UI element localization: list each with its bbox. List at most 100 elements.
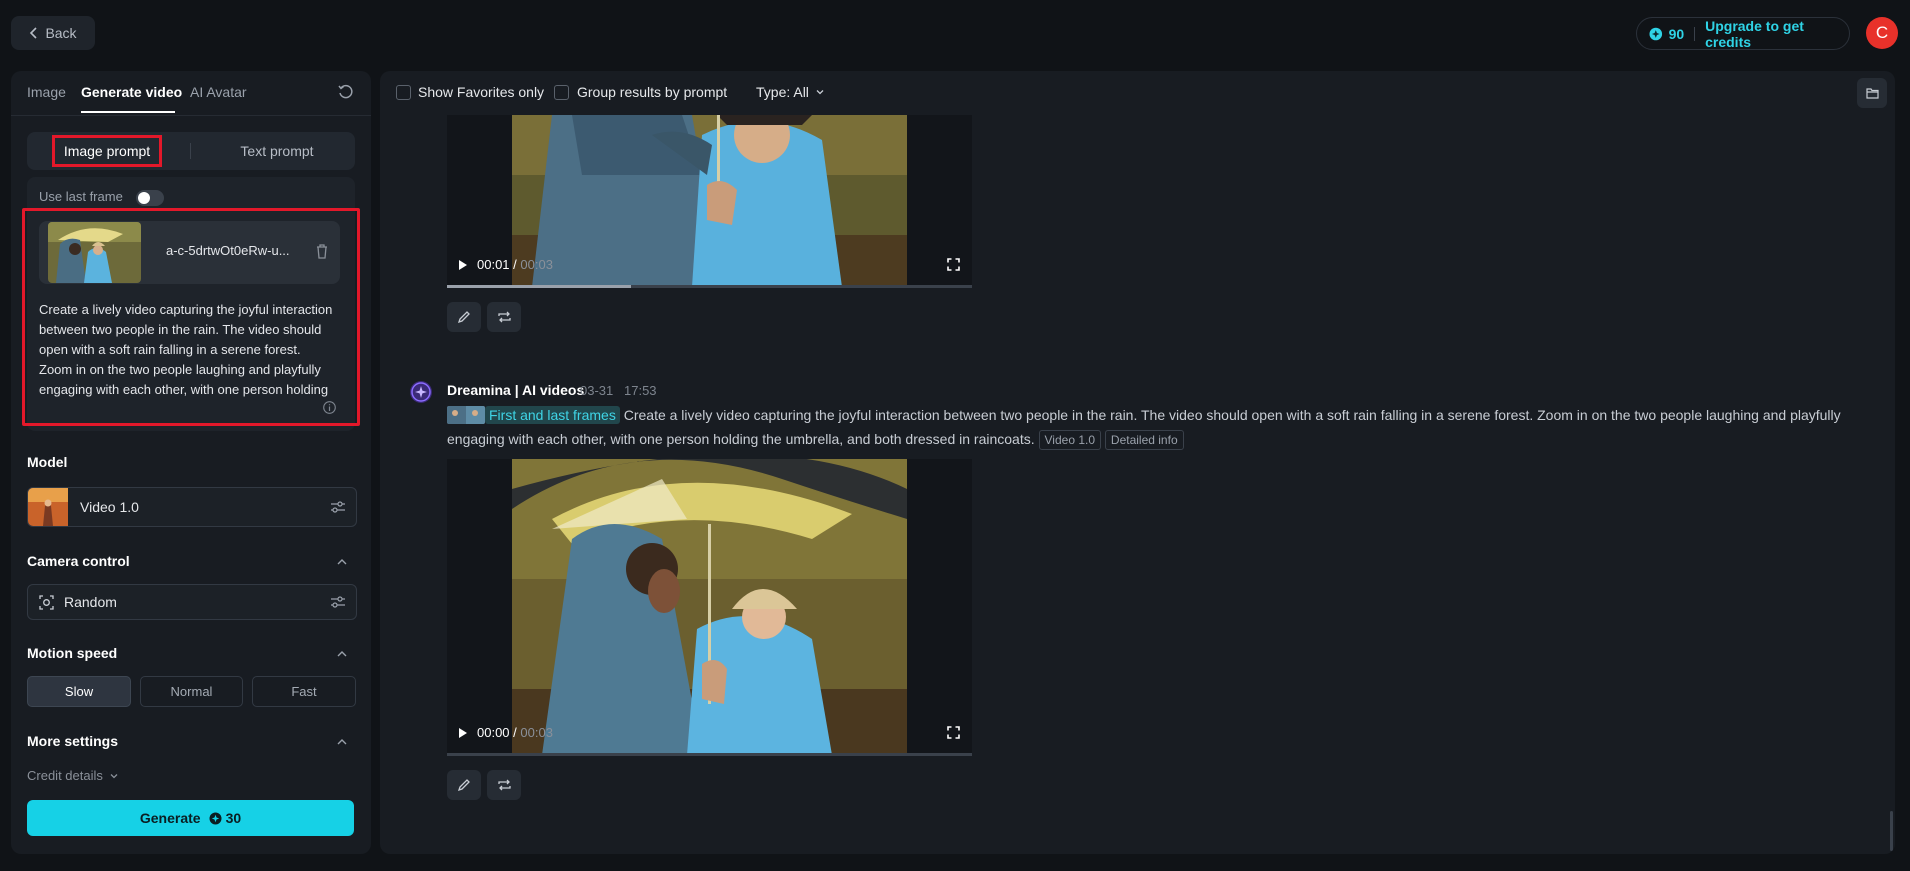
group-filter-label[interactable]: Group results by prompt — [577, 84, 727, 100]
pencil-icon — [457, 779, 470, 792]
text-prompt-label: Text prompt — [240, 143, 314, 159]
favorites-checkbox[interactable] — [396, 85, 411, 100]
dreamina-logo-icon — [410, 381, 432, 403]
uploaded-image-thumbnail — [48, 222, 141, 283]
fullscreen-icon[interactable] — [947, 726, 960, 739]
speed-fast-button[interactable]: Fast — [252, 676, 356, 707]
fullscreen-icon[interactable] — [947, 258, 960, 271]
folder-icon — [1865, 88, 1879, 99]
video-2-controls: 00:00 / 00:03 — [447, 715, 972, 755]
video-1-progress-track[interactable] — [447, 285, 972, 288]
toggle-knob — [138, 192, 150, 204]
edit-button[interactable] — [447, 302, 481, 332]
chevron-up-icon[interactable] — [336, 648, 348, 660]
video-2-frame — [512, 459, 907, 755]
upgrade-link[interactable]: Upgrade to get credits — [1705, 18, 1849, 50]
use-last-frame-label: Use last frame — [39, 189, 123, 204]
generate-cost: 30 — [209, 810, 242, 826]
edit-button[interactable] — [447, 770, 481, 800]
chevron-down-icon — [816, 90, 824, 95]
speed-normal-button[interactable]: Normal — [140, 676, 243, 707]
tab-generate-video[interactable]: Generate video — [81, 84, 182, 100]
reset-icon[interactable] — [337, 83, 355, 101]
video-1-controls: 00:01 / 00:03 — [447, 247, 972, 287]
model-selector[interactable]: Video 1.0 — [27, 487, 357, 527]
video-1-progress-fill — [447, 285, 631, 288]
model-section-title: Model — [27, 454, 68, 470]
generation-panel: Image Generate video AI Avatar Image pro… — [11, 71, 371, 854]
regenerate-button[interactable] — [487, 302, 521, 332]
motion-speed-title: Motion speed — [27, 645, 118, 661]
video-player-2[interactable]: 00:00 / 00:03 — [447, 459, 972, 755]
video-1-total-time: 00:03 — [520, 257, 553, 272]
type-filter-dropdown[interactable]: Type: All — [756, 84, 825, 100]
credit-coin-icon — [1649, 27, 1663, 40]
uploaded-file-name: a-c-5drtwOt0eRw-u... — [166, 243, 290, 258]
scrollbar-thumb[interactable] — [1890, 811, 1893, 851]
results-panel: Show Favorites only Group results by pro… — [380, 71, 1895, 854]
use-last-frame-toggle[interactable] — [136, 190, 164, 206]
message-prompt: First and last frames Create a lively vi… — [447, 403, 1847, 451]
credits-pill[interactable]: 90 Upgrade to get credits — [1636, 17, 1850, 50]
back-label: Back — [45, 25, 77, 41]
model-value: Video 1.0 — [80, 499, 139, 515]
type-filter-label: Type: All — [756, 84, 809, 100]
active-tab-indicator — [81, 111, 175, 113]
back-button[interactable]: Back — [11, 16, 95, 50]
video-1-current-time: 00:01 — [477, 257, 510, 272]
repeat-icon — [497, 311, 511, 323]
credit-count: 90 — [1668, 25, 1685, 42]
message-time: 17:53 — [624, 383, 657, 398]
video-2-current-time: 00:00 — [477, 725, 510, 740]
camera-value: Random — [64, 594, 117, 610]
regenerate-button[interactable] — [487, 770, 521, 800]
favorites-filter-label[interactable]: Show Favorites only — [418, 84, 544, 100]
user-avatar[interactable]: C — [1866, 17, 1898, 49]
tabs-divider — [11, 115, 371, 116]
info-icon[interactable] — [323, 401, 336, 414]
settings-sliders-icon[interactable] — [330, 500, 346, 514]
chevron-up-icon[interactable] — [336, 736, 348, 748]
repeat-icon — [497, 779, 511, 791]
frames-thumbnail — [447, 406, 485, 424]
video-1-time: 00:01 / 00:03 — [477, 257, 553, 272]
trash-icon[interactable] — [315, 243, 329, 259]
play-icon[interactable] — [458, 259, 468, 271]
message-date: 03-31 — [580, 383, 614, 398]
more-settings-title: More settings — [27, 733, 119, 749]
uploaded-image-card[interactable]: a-c-5drtwOt0eRw-u... — [39, 221, 340, 284]
camera-control-title: Camera control — [27, 553, 130, 569]
video-2-total-time: 00:03 — [520, 725, 553, 740]
folder-button[interactable] — [1857, 78, 1887, 108]
generate-button[interactable]: Generate 30 — [27, 800, 354, 836]
image-prompt-tab[interactable]: Image prompt — [52, 135, 162, 167]
chevron-down-icon — [110, 773, 118, 778]
tab-ai-avatar[interactable]: AI Avatar — [190, 84, 247, 100]
chevron-left-icon — [30, 27, 38, 39]
generate-label: Generate — [139, 810, 201, 826]
play-icon[interactable] — [458, 727, 468, 739]
model-thumbnail — [28, 488, 68, 526]
credit-details-toggle[interactable]: Credit details — [27, 768, 119, 783]
speed-slow-button[interactable]: Slow — [27, 676, 131, 707]
video-2-time: 00:00 / 00:03 — [477, 725, 553, 740]
frames-tag: First and last frames — [485, 406, 620, 424]
detailed-info-tag[interactable]: Detailed info — [1104, 430, 1184, 450]
generate-cost-value: 30 — [225, 810, 242, 826]
video-player-1[interactable]: 00:01 / 00:03 — [447, 115, 972, 287]
camera-control-selector[interactable]: Random — [27, 584, 357, 620]
switch-divider — [190, 143, 191, 159]
chevron-up-icon[interactable] — [336, 556, 348, 568]
video-2-progress-track[interactable] — [447, 753, 972, 756]
credit-coin-icon — [209, 812, 222, 824]
settings-sliders-icon[interactable] — [330, 595, 346, 609]
text-prompt-tab[interactable]: Text prompt — [217, 140, 337, 162]
credit-details-label: Credit details — [27, 768, 103, 783]
tab-image[interactable]: Image — [27, 84, 66, 100]
image-prompt-label: Image prompt — [63, 143, 151, 159]
prompt-textarea[interactable]: Create a lively video capturing the joyf… — [39, 300, 335, 398]
pencil-icon — [457, 311, 470, 324]
group-checkbox[interactable] — [554, 85, 569, 100]
message-sender: Dreamina | AI videos — [447, 382, 585, 398]
pill-divider — [1694, 26, 1696, 41]
